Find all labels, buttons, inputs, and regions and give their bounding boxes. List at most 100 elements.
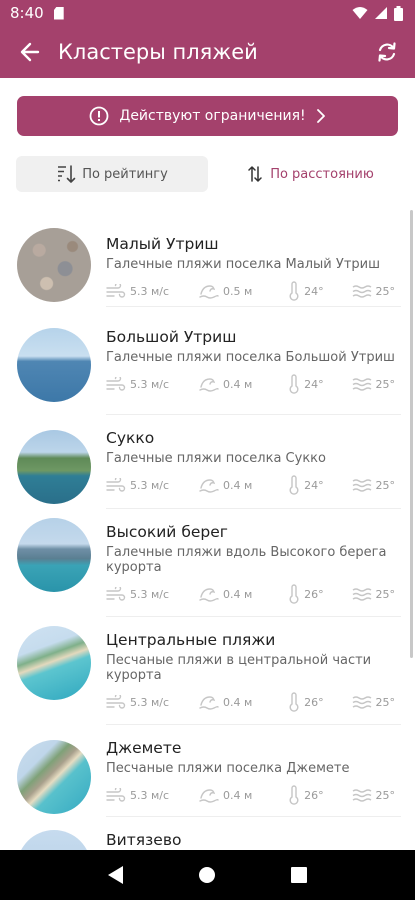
wave-icon: [199, 696, 219, 710]
water-temperature: 25°: [375, 587, 396, 601]
refresh-button[interactable]: [367, 32, 407, 72]
beach-description: Песчаные пляжи поселка Джемете: [106, 761, 350, 776]
thermometer-icon: [289, 374, 299, 394]
sort-by-distance-button[interactable]: По расстоянию: [222, 156, 400, 192]
beach-name: Центральные пляжи: [106, 631, 276, 649]
beach-description: Галечные пляжи поселка Малый Утриш: [106, 257, 380, 272]
recents-square-icon: [291, 867, 308, 883]
sort-updown-icon: [248, 166, 262, 182]
home-circle-icon: [199, 867, 216, 883]
weather-stats: 5.3 м/с 0.4 м 26° 25°: [106, 784, 401, 806]
beach-name: Витязево: [106, 831, 182, 849]
water-temperature: 25°: [375, 377, 396, 391]
beach-photo: [17, 830, 91, 850]
beach-item-vityazevo[interactable]: Витязево: [0, 816, 415, 850]
nav-recents-button[interactable]: [279, 855, 319, 895]
wave-icon: [199, 285, 219, 299]
signal-icon: [375, 7, 387, 19]
refresh-icon: [378, 42, 396, 62]
thermometer-icon: [289, 475, 299, 495]
beach-item-maly-utrish[interactable]: Малый Утриш Галечные пляжи поселка Малый…: [0, 220, 415, 316]
sort-by-rating-button[interactable]: По рейтингу: [16, 156, 208, 192]
page-title: Кластеры пляжей: [58, 40, 258, 64]
nav-home-button[interactable]: [187, 855, 227, 895]
wind-speed: 5.3 м/с: [130, 284, 170, 298]
weather-stats: 5.3 м/с 0.4 м 24° 25°: [106, 373, 401, 395]
wind-icon: [106, 695, 126, 709]
beach-description: Галечные пляжи поселка Большой Утриш: [106, 350, 395, 365]
back-button[interactable]: [10, 32, 50, 72]
water-temperature: 25°: [375, 284, 396, 298]
wind-speed: 5.3 м/с: [130, 478, 170, 492]
water-waves-icon: [352, 789, 371, 802]
wind-speed: 5.3 м/с: [130, 587, 170, 601]
beach-name: Сукко: [106, 429, 155, 447]
wind-icon: [106, 788, 126, 802]
water-waves-icon: [352, 696, 371, 709]
beach-photo: [17, 518, 91, 592]
wave-height: 0.4 м: [223, 587, 253, 601]
battery-icon: [394, 5, 403, 21]
wave-icon: [199, 789, 219, 803]
wave-height: 0.4 м: [223, 788, 253, 802]
water-temperature: 25°: [375, 788, 396, 802]
wind-icon: [106, 284, 126, 298]
restrictions-warning-button[interactable]: Действуют ограничения!: [17, 96, 398, 136]
wave-icon: [199, 588, 219, 602]
nav-back-button[interactable]: [96, 855, 136, 895]
wave-icon: [199, 479, 219, 493]
beach-item-dzhemete[interactable]: Джемете Песчаные пляжи поселка Джемете 5…: [0, 724, 415, 820]
water-waves-icon: [352, 588, 371, 601]
water-waves-icon: [352, 378, 371, 391]
status-time: 8:40: [10, 4, 44, 22]
air-temperature: 24°: [304, 284, 324, 298]
beach-list: Малый Утриш Галечные пляжи поселка Малый…: [0, 210, 415, 850]
system-nav-bar: [0, 850, 415, 900]
beach-photo: [17, 740, 91, 814]
status-bar: 8:40: [0, 0, 415, 26]
air-temperature: 24°: [304, 478, 324, 492]
beach-item-centralnye[interactable]: Центральные пляжи Песчаные пляжи в центр…: [0, 616, 415, 724]
beach-name: Джемете: [106, 739, 182, 757]
beach-item-bolshoy-utrish[interactable]: Большой Утриш Галечные пляжи поселка Бол…: [0, 314, 415, 418]
beach-description: Галечные пляжи вдоль Высокого берега кур…: [106, 545, 387, 575]
water-temperature: 25°: [375, 695, 396, 709]
wind-icon: [106, 377, 126, 391]
beach-description: Галечные пляжи поселка Сукко: [106, 451, 326, 466]
beach-photo: [17, 328, 91, 402]
thermometer-icon: [289, 584, 299, 604]
air-temperature: 26°: [304, 587, 324, 601]
app-bar: Кластеры пляжей: [0, 26, 415, 78]
sort-descending-icon: [58, 165, 76, 183]
air-temperature: 26°: [304, 695, 324, 709]
chevron-right-icon: [316, 109, 325, 123]
wave-height: 0.4 м: [223, 695, 253, 709]
beach-item-vysokiy-bereg[interactable]: Высокий берег Галечные пляжи вдоль Высок…: [0, 508, 415, 616]
beach-item-sukko[interactable]: Сукко Галечные пляжи поселка Сукко 5.3 м…: [0, 414, 415, 512]
thermometer-icon: [289, 785, 299, 805]
arrow-left-icon: [20, 42, 40, 62]
wave-height: 0.5 м: [223, 284, 253, 298]
wind-icon: [106, 478, 126, 492]
wifi-icon: [352, 7, 368, 19]
thermometer-icon: [289, 281, 299, 301]
list-scrollbar[interactable]: [410, 210, 413, 658]
warning-label: Действуют ограничения!: [119, 108, 306, 124]
beach-description: Песчаные пляжи в центральной части курор…: [106, 653, 372, 683]
weather-stats: 5.3 м/с 0.5 м 24° 25°: [106, 280, 401, 302]
water-temperature: 25°: [375, 478, 396, 492]
weather-stats: 5.3 м/с 0.4 м 24° 25°: [106, 474, 401, 496]
wave-height: 0.4 м: [223, 478, 253, 492]
thermometer-icon: [289, 692, 299, 712]
air-temperature: 24°: [304, 377, 324, 391]
beach-name: Высокий берег: [106, 523, 228, 541]
beach-photo: [17, 228, 91, 302]
wind-speed: 5.3 м/с: [130, 788, 170, 802]
beach-name: Малый Утриш: [106, 235, 219, 253]
beach-photo: [17, 626, 91, 700]
wind-speed: 5.3 м/с: [130, 377, 170, 391]
back-triangle-icon: [107, 866, 123, 884]
air-temperature: 26°: [304, 788, 324, 802]
weather-stats: 5.3 м/с 0.4 м 26° 25°: [106, 583, 401, 605]
wave-height: 0.4 м: [223, 377, 253, 391]
